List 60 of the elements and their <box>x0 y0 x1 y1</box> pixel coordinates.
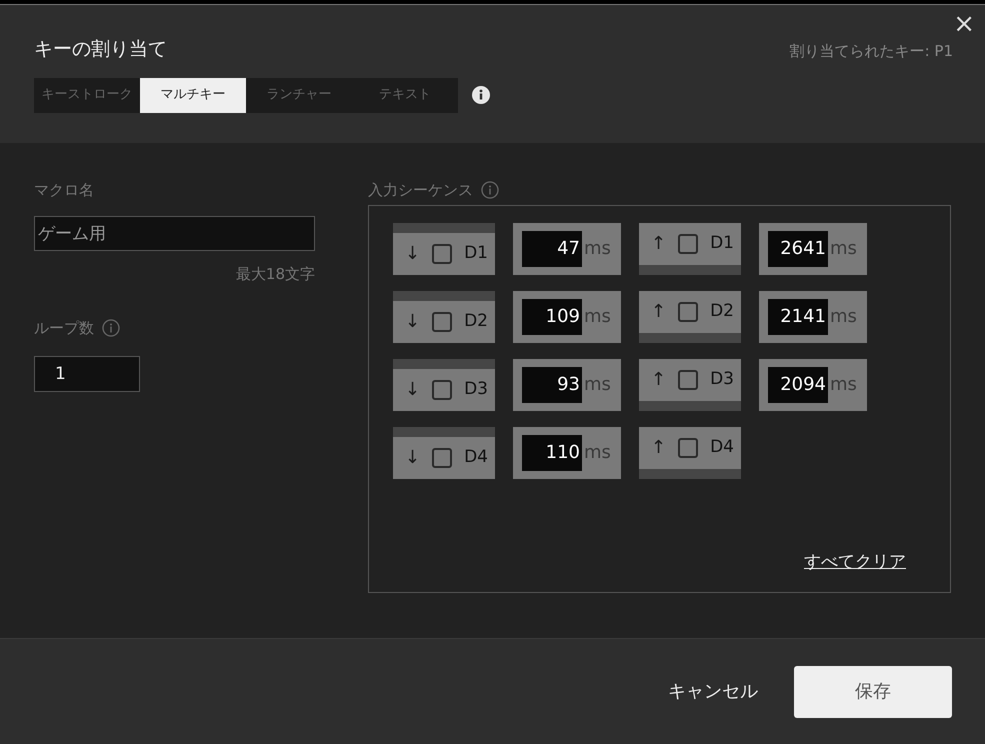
arrow-glyph: ↑ <box>651 436 666 460</box>
key-action-tile[interactable]: ↑ D3 <box>639 358 741 410</box>
unit-label: ms <box>584 372 611 396</box>
unit-label: ms <box>584 236 611 260</box>
macro-name-field[interactable]: ゲーム用 <box>34 216 315 250</box>
delay-field[interactable]: 47 <box>522 230 582 266</box>
key-action-tile[interactable]: ↑ D1 <box>639 222 741 274</box>
key-label: D4 <box>464 446 488 469</box>
arrow-glyph: ↑ <box>651 368 666 392</box>
unit-label: ms <box>584 440 611 464</box>
key-action-tile[interactable]: ↑ D4 <box>639 426 741 478</box>
info-icon[interactable] <box>472 86 490 104</box>
checkbox[interactable] <box>432 244 452 264</box>
checkbox[interactable] <box>678 438 698 458</box>
arrow-glyph: ↓ <box>405 310 420 334</box>
delay-field[interactable]: 2141 <box>768 298 828 334</box>
key-action-tile[interactable]: ↓ D1 <box>393 222 495 274</box>
checkbox[interactable] <box>678 302 698 322</box>
arrow-glyph: ↓ <box>405 378 420 402</box>
key-label: D1 <box>464 242 488 265</box>
loop-count-field[interactable]: 1 <box>34 356 140 392</box>
checkbox[interactable] <box>678 370 698 390</box>
unit-label: ms <box>584 304 611 328</box>
hint-text: 最大18文字 <box>236 264 315 284</box>
checkbox[interactable] <box>432 448 452 468</box>
assigned-key-label: 割り当てられたキー: P1 <box>790 41 953 62</box>
clear-all-link[interactable]: すべてクリア <box>804 552 906 572</box>
checkbox[interactable] <box>432 312 452 332</box>
dialog-title: キーの割り当て <box>34 37 167 62</box>
save-button[interactable]: 保存 <box>794 666 952 718</box>
key-action-tile[interactable]: ↓ D3 <box>393 358 495 410</box>
arrow-glyph: ↑ <box>651 300 666 324</box>
key-action-tile[interactable]: ↑ D2 <box>639 290 741 342</box>
cancel-button[interactable]: キャンセル <box>668 678 758 705</box>
key-label: D3 <box>710 368 734 391</box>
field-label: マクロ名 <box>34 180 95 201</box>
key-label: D4 <box>710 436 734 459</box>
arrow-glyph: ↓ <box>405 446 420 470</box>
field-label: ループ数 <box>34 318 94 339</box>
delay-field[interactable]: 109 <box>522 298 582 334</box>
close-button[interactable]: × <box>953 11 975 37</box>
key-label: D2 <box>464 310 488 333</box>
delay-field[interactable]: 2094 <box>768 366 828 402</box>
key-label: D1 <box>710 232 734 255</box>
key-action-tile[interactable]: ↓ D4 <box>393 426 495 478</box>
unit-label: ms <box>830 236 857 260</box>
delay-field[interactable]: 110 <box>522 434 582 470</box>
key-action-tile[interactable]: ↓ D2 <box>393 290 495 342</box>
checkbox[interactable] <box>678 234 698 254</box>
section-label: 入力シーケンス <box>368 180 473 201</box>
tab[interactable]: マルチキー <box>140 78 246 112</box>
unit-label: ms <box>830 372 857 396</box>
arrow-glyph: ↑ <box>651 232 666 256</box>
key-label: D2 <box>710 300 734 323</box>
arrow-glyph: ↓ <box>405 242 420 266</box>
unit-label: ms <box>830 304 857 328</box>
checkbox[interactable] <box>432 380 452 400</box>
key-label: D3 <box>464 378 488 401</box>
delay-field[interactable]: 2641 <box>768 230 828 266</box>
delay-field[interactable]: 93 <box>522 366 582 402</box>
